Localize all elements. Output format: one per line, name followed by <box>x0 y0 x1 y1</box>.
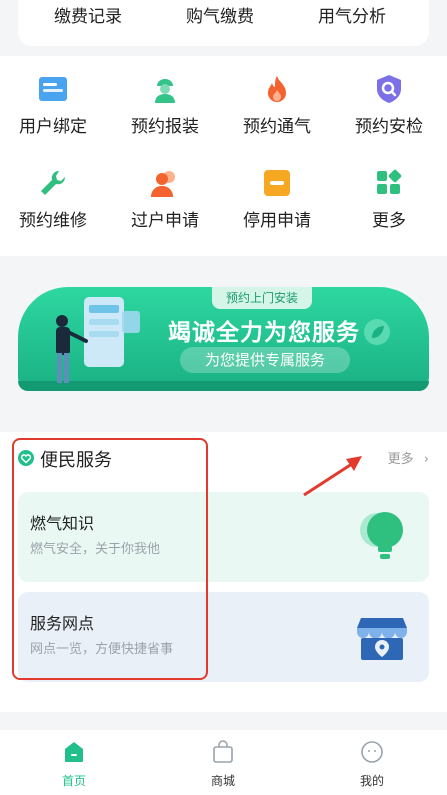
shopping-bag-icon <box>213 740 233 763</box>
annotation-arrow-icon <box>303 456 362 497</box>
wrench-icon <box>41 170 66 195</box>
person-phone-illustration <box>56 297 140 383</box>
function-grid: 用户绑定 预约报装 预约通气 预约安检 预约维修 过户申请 停用申请 更多 <box>0 56 447 256</box>
nav-mall[interactable]: 商城 <box>183 740 263 789</box>
grid-item-label: 停用申请 <box>243 211 311 231</box>
nav-profile[interactable]: 我的 <box>332 740 412 789</box>
grid-item-install-booking[interactable]: 预约报装 <box>115 74 215 137</box>
bottom-navigation: 首页 商城 我的 <box>0 730 447 795</box>
grid-item-more[interactable]: 更多 <box>339 168 439 231</box>
promo-banner[interactable]: 预约上门安装 竭诚全力为您服务 为您提供专属服务 <box>18 283 429 391</box>
store-location-icon <box>357 618 407 660</box>
shield-icon <box>377 75 401 103</box>
grid-item-gas-connection[interactable]: 预约通气 <box>227 74 327 137</box>
grid-item-label: 预约报装 <box>131 117 199 137</box>
top-tabs-card: 缴费记录 购气缴费 用气分析 <box>18 0 429 46</box>
banner-tag: 预约上门安装 <box>212 287 313 309</box>
leaf-icon <box>364 319 390 345</box>
more-label: 更多 <box>387 452 414 467</box>
id-card-icon <box>39 77 67 101</box>
grid-item-label: 用户绑定 <box>19 117 87 137</box>
nav-label: 首页 <box>61 774 86 788</box>
flame-icon <box>268 76 286 102</box>
banner-subtitle: 为您提供专属服务 <box>180 347 350 373</box>
more-link[interactable]: 更多 › <box>388 448 429 467</box>
grid-item-label: 更多 <box>372 211 406 231</box>
chevron-right-icon: › <box>423 452 429 467</box>
grid-item-label: 过户申请 <box>131 211 199 231</box>
tab-usage-analysis[interactable]: 用气分析 <box>318 2 386 27</box>
nav-label: 我的 <box>359 774 384 788</box>
home-icon <box>65 742 83 762</box>
grid-item-user-binding[interactable]: 用户绑定 <box>3 74 103 137</box>
grid-item-label: 预约维修 <box>19 211 87 231</box>
smiley-face-icon <box>361 741 383 763</box>
annotation-highlight-box <box>12 438 208 680</box>
grid-item-safety-check[interactable]: 预约安检 <box>339 74 439 137</box>
banner-title: 竭诚全力为您服务 <box>168 320 360 346</box>
nav-home[interactable]: 首页 <box>34 740 114 789</box>
grid-item-stop-apply[interactable]: 停用申请 <box>227 168 327 231</box>
grid-item-label: 预约通气 <box>243 117 311 137</box>
users-icon <box>151 171 175 197</box>
tab-payment-records[interactable]: 缴费记录 <box>54 2 122 27</box>
tab-buy-gas[interactable]: 购气缴费 <box>186 2 254 27</box>
grid-item-transfer-apply[interactable]: 过户申请 <box>115 168 215 231</box>
apps-icon <box>377 169 402 194</box>
stop-icon <box>264 170 290 196</box>
grid-item-repair-booking[interactable]: 预约维修 <box>3 168 103 231</box>
lightbulb-icon <box>360 512 403 559</box>
grid-item-label: 预约安检 <box>355 117 423 137</box>
worker-icon <box>155 79 175 103</box>
nav-label: 商城 <box>210 774 235 788</box>
